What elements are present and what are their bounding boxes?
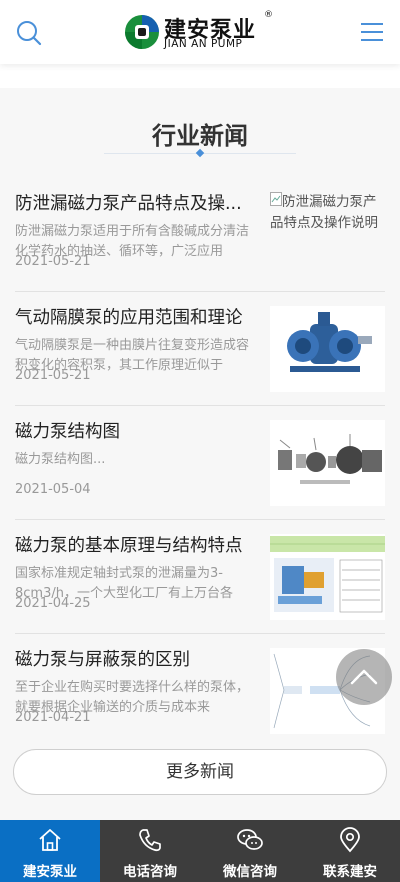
news-thumbnail-structure-diagram[interactable] [270, 534, 385, 620]
site-logo[interactable]: 建安泵业 ® JIAN AN PUMP [124, 10, 276, 54]
wechat-icon [237, 829, 263, 850]
more-news-button[interactable]: 更多新闻 [13, 749, 387, 795]
news-title[interactable]: 磁力泵结构图 [15, 420, 255, 444]
news-title[interactable]: 磁力泵与屏蔽泵的区别 [15, 648, 255, 672]
nav-item-wechat[interactable]: 微信咨询 [200, 820, 300, 882]
news-thumbnail-exploded-view[interactable] [270, 420, 385, 506]
news-date: 2021-04-21 [15, 710, 91, 725]
header: 建安泵业 ® JIAN AN PUMP [0, 0, 400, 64]
nav-item-contact[interactable]: 联系建安 [300, 820, 400, 882]
industry-news-section: 行业新闻 防泄漏磁力泵产品特点及操... 防泄漏磁力泵适用于所有含酸碱成分清洁化… [0, 88, 400, 820]
news-date: 2021-04-25 [15, 596, 91, 611]
news-text: 磁力泵结构图 磁力泵结构图... [15, 420, 255, 490]
nav-item-home[interactable]: 建安泵业 [0, 820, 100, 882]
news-text: 磁力泵的基本原理与结构特点 国家标准规定轴封式泵的泄漏量为3-8cm3/h，一个… [15, 534, 255, 604]
search-icon[interactable] [14, 18, 44, 48]
news-item[interactable]: 防泄漏磁力泵产品特点及操... 防泄漏磁力泵适用于所有含酸碱成分清洁化学药水的抽… [15, 178, 385, 292]
news-title[interactable]: 磁力泵的基本原理与结构特点 [15, 534, 255, 558]
nav-item-phone[interactable]: 电话咨询 [100, 820, 200, 882]
broken-image-icon [270, 192, 282, 210]
thumbnail-alt: 防泄漏磁力泵产品特点及操作说明 [270, 194, 378, 231]
news-title[interactable]: 防泄漏磁力泵产品特点及操... [15, 192, 255, 216]
logo-registered-mark: ® [264, 10, 273, 20]
location-icon [340, 827, 360, 853]
nav-label: 建安泵业 [23, 864, 77, 880]
nav-label: 联系建安 [323, 864, 377, 880]
news-title[interactable]: 气动隔膜泵的应用范围和理论 [15, 306, 255, 330]
logo-mark-icon [124, 14, 160, 50]
news-list: 防泄漏磁力泵产品特点及操... 防泄漏磁力泵适用于所有含酸碱成分清洁化学药水的抽… [15, 178, 385, 748]
nav-label: 微信咨询 [223, 864, 277, 880]
news-thumbnail-broken[interactable]: 防泄漏磁力泵产品特点及操作说明 [270, 192, 385, 278]
chevron-up-icon [350, 669, 378, 685]
news-text: 气动隔膜泵的应用范围和理论 气动隔膜泵是一种由膜片往复变形造成容积变化的容积泵，… [15, 306, 255, 376]
news-thumbnail-diaphragm-pump[interactable] [270, 306, 385, 392]
news-date: 2021-05-21 [15, 254, 91, 269]
nav-label: 电话咨询 [123, 864, 177, 880]
news-item[interactable]: 磁力泵与屏蔽泵的区别 至于企业在购买时要选择什么样的泵体，就要根据企业输送的介质… [15, 634, 385, 748]
logo-text-en: JIAN AN PUMP [164, 38, 243, 50]
news-item[interactable]: 磁力泵结构图 磁力泵结构图... 2021-05-04 [15, 406, 385, 520]
home-icon [39, 829, 61, 851]
bottom-nav: 建安泵业 电话咨询 微信咨询 联系建安 [0, 820, 400, 882]
news-item[interactable]: 气动隔膜泵的应用范围和理论 气动隔膜泵是一种由膜片往复变形造成容积变化的容积泵，… [15, 292, 385, 406]
section-title: 行业新闻 [152, 122, 248, 150]
news-text: 磁力泵与屏蔽泵的区别 至于企业在购买时要选择什么样的泵体，就要根据企业输送的介质… [15, 648, 255, 718]
phone-icon [139, 829, 161, 852]
news-date: 2021-05-04 [15, 482, 91, 497]
back-to-top-button[interactable] [336, 649, 392, 705]
news-date: 2021-05-21 [15, 368, 91, 383]
news-text: 防泄漏磁力泵产品特点及操... 防泄漏磁力泵适用于所有含酸碱成分清洁化学药水的抽… [15, 192, 255, 262]
menu-icon[interactable] [358, 18, 386, 46]
thumbnail-alt-text: 防泄漏磁力泵产品特点及操作说明 [270, 192, 385, 234]
news-item[interactable]: 磁力泵的基本原理与结构特点 国家标准规定轴封式泵的泄漏量为3-8cm3/h，一个… [15, 520, 385, 634]
